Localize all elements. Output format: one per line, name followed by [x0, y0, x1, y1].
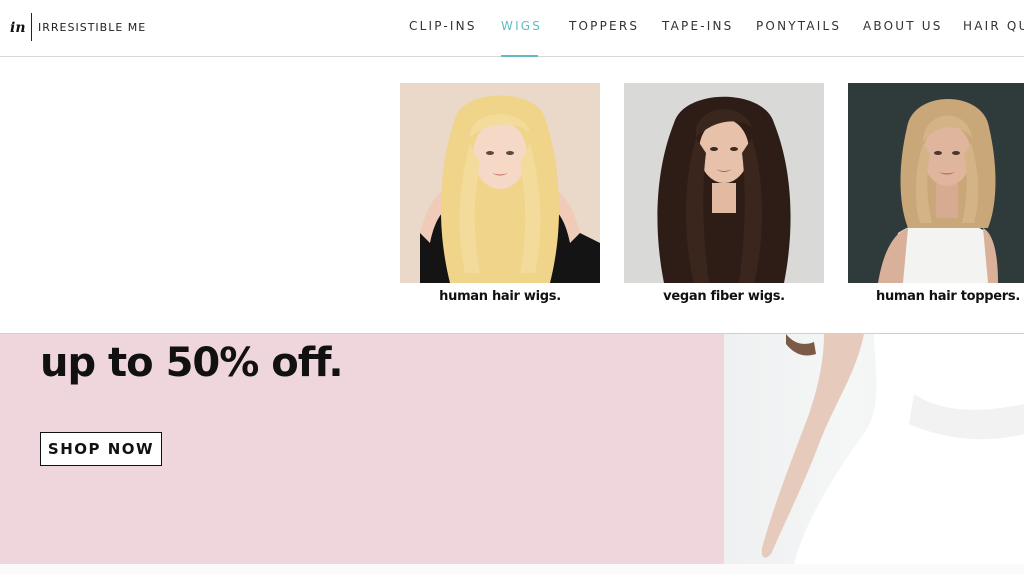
shop-now-button[interactable]: SHOP NOW [40, 432, 162, 466]
menu-card-caption: human hair wigs. [439, 289, 561, 304]
menu-card-caption: human hair toppers. [876, 289, 1020, 304]
wigs-mega-menu: human hair wigs. vegan fiber wigs. human… [0, 57, 1024, 334]
main-nav: CLIP-INS WIGS TOPPERS TAPE-INS PONYTAILS… [0, 0, 1024, 57]
nav-item-about-us[interactable]: ABOUT US [863, 19, 943, 33]
site-header: in IRRESISTIBLE ME CLIP-INS WIGS TOPPERS… [0, 0, 1024, 57]
menu-card-human-hair-wigs[interactable]: human hair wigs. [400, 83, 600, 304]
nav-item-ponytails[interactable]: PONYTAILS [756, 19, 841, 33]
nav-item-hair-quiz[interactable]: HAIR QUI [963, 19, 1024, 33]
hero-photo [724, 334, 1024, 564]
vegan-fiber-wigs-image [624, 83, 824, 283]
nav-item-tape-ins[interactable]: TAPE-INS [662, 19, 734, 33]
menu-card-vegan-fiber-wigs[interactable]: vegan fiber wigs. [624, 83, 824, 304]
nav-item-toppers[interactable]: TOPPERS [569, 19, 639, 33]
human-hair-toppers-image [848, 83, 1024, 283]
menu-card-caption: vegan fiber wigs. [663, 289, 785, 304]
page-bottom-strip [0, 564, 1024, 574]
menu-card-human-hair-toppers[interactable]: human hair toppers. [848, 83, 1024, 304]
nav-item-clip-ins[interactable]: CLIP-INS [409, 19, 477, 33]
human-hair-wigs-image [400, 83, 600, 283]
nav-item-wigs[interactable]: WIGS [501, 19, 542, 33]
hero-title: up to 50% off. [40, 340, 344, 386]
